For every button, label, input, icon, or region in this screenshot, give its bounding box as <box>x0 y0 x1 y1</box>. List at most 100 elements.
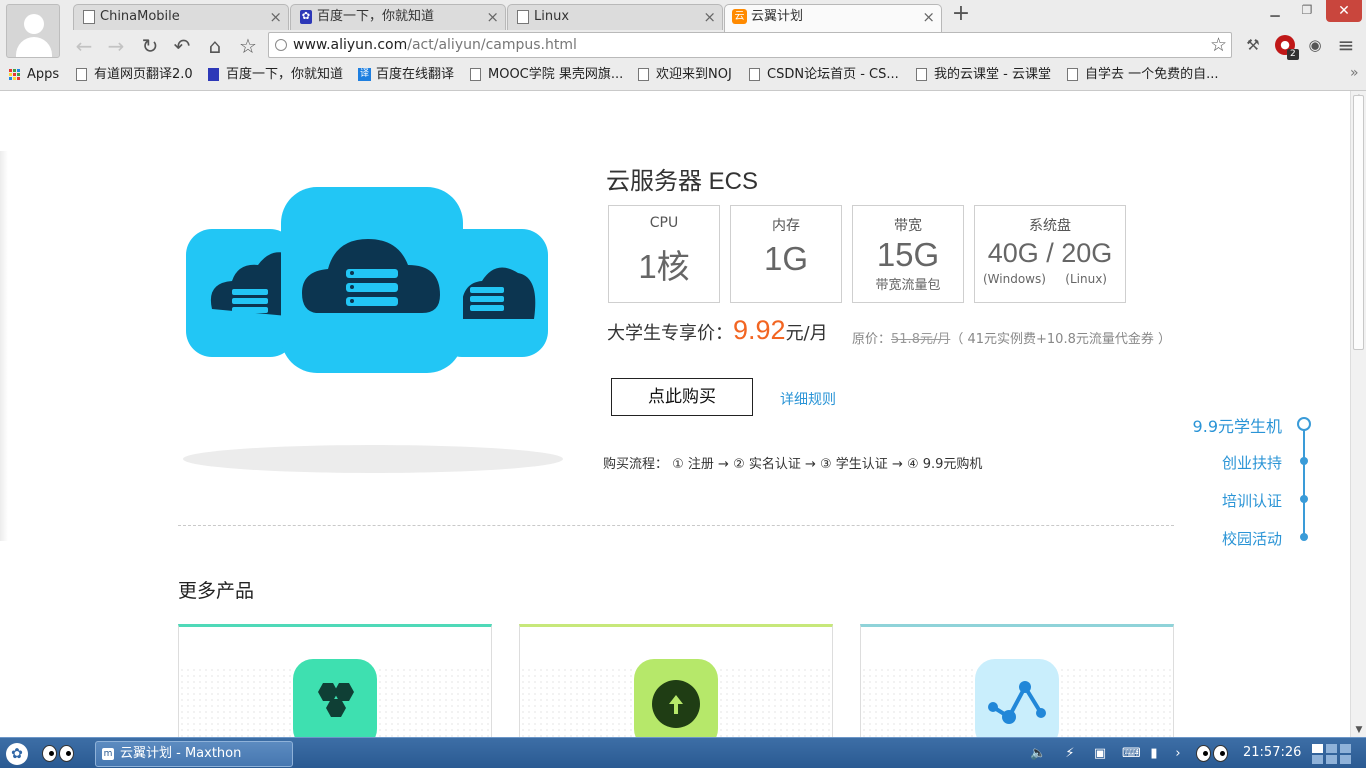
extension-badge: 2 <box>1287 49 1299 60</box>
profile-avatar[interactable] <box>6 4 60 58</box>
product-card[interactable] <box>519 624 833 737</box>
bookmark-youdao[interactable]: 有道网页翻译2.0 <box>76 66 193 83</box>
bookmark-mooc[interactable]: MOOC学院 果壳网旗... <box>470 66 623 83</box>
tab-baidu[interactable]: ✿ 百度一下，你就知道 × <box>290 4 506 30</box>
workspace-5[interactable] <box>1326 755 1337 764</box>
network-icon[interactable]: ▣ <box>1092 746 1108 762</box>
spec-cpu: CPU 1核 <box>608 205 720 303</box>
doc-icon <box>916 68 927 81</box>
task-label: 云翼计划 - Maxthon <box>120 746 242 761</box>
new-tab-button[interactable]: + <box>948 3 974 27</box>
close-icon[interactable]: × <box>269 5 282 29</box>
doc-icon <box>76 68 87 81</box>
price-unit: 元/月 <box>785 323 828 344</box>
scroll-thumb[interactable] <box>1353 95 1364 350</box>
bookmark-label: 我的云课堂 - 云课堂 <box>934 67 1051 82</box>
sidenav-item-campus[interactable]: 校园活动 <box>1222 528 1282 549</box>
wrench-icon[interactable]: ⚒ <box>1243 35 1263 55</box>
workspace-1[interactable] <box>1312 744 1323 753</box>
orig-detail: （ 41元实例费+10.8元流量代金券 ） <box>950 332 1171 347</box>
volume-icon[interactable]: 🔈 <box>1030 746 1046 762</box>
tab-chinamobile[interactable]: ChinaMobile × <box>73 4 289 30</box>
panel-shadow <box>0 151 8 541</box>
baidu-paw-icon <box>208 68 219 81</box>
orig-label: 原价： <box>852 332 892 347</box>
tab-yunyi[interactable]: 云 云翼计划 × <box>724 4 942 32</box>
aliyun-icon: 云 <box>732 9 747 24</box>
purchase-flow: 购买流程： ① 注册 → ② 实名认证 → ③ 学生认证 → ④ 9.9元购机 <box>603 457 983 472</box>
bookmark-apps[interactable]: Apps <box>9 66 59 83</box>
tab-linux[interactable]: Linux × <box>507 4 723 30</box>
close-icon[interactable]: × <box>703 5 716 29</box>
hexagon-cluster-icon <box>318 683 354 717</box>
section-divider <box>178 525 1174 526</box>
timeline-dot <box>1300 533 1308 541</box>
spec-label: 内存 <box>772 218 800 234</box>
card-badge <box>975 659 1059 737</box>
bookmark-yunketang[interactable]: 我的云课堂 - 云课堂 <box>916 66 1051 83</box>
back-icon[interactable]: ← <box>72 34 96 58</box>
power-icon[interactable]: ⚡ <box>1062 746 1078 762</box>
rules-link[interactable]: 详细规则 <box>780 389 836 409</box>
menu-icon[interactable]: ≡ <box>1336 35 1356 55</box>
baidu-paw-icon: ✿ <box>300 10 312 24</box>
buy-button[interactable]: 点此购买 <box>611 378 753 416</box>
spec-system-disk: 系统盘 40G / 20G (Windows) (Linux) <box>974 205 1126 303</box>
bookmark-csdn[interactable]: CSDN论坛首页 - CS... <box>749 66 899 83</box>
bookmark-label: Apps <box>27 67 60 82</box>
home-icon[interactable]: ⌂ <box>203 34 227 58</box>
tab-title: Linux <box>534 9 570 24</box>
extension-globe-icon[interactable]: ◉ <box>1305 35 1325 55</box>
bookmark-zixuequ[interactable]: 自学去 一个免费的自... <box>1067 66 1219 83</box>
sidenav-item-training[interactable]: 培训认证 <box>1222 490 1282 511</box>
spec-sub-windows: (Windows) <box>983 272 1046 286</box>
timeline-line <box>1303 427 1305 539</box>
sidenav-item-startup[interactable]: 创业扶持 <box>1222 452 1282 473</box>
chevron-right-icon[interactable]: » <box>1350 65 1359 81</box>
keyboard-icon[interactable]: ⌨ <box>1122 746 1141 762</box>
product-card[interactable] <box>860 624 1174 737</box>
reload-icon[interactable]: ↻ <box>138 34 162 58</box>
bookmark-baidu[interactable]: 百度一下，你就知道 <box>208 66 343 83</box>
xeyes-icon <box>1196 744 1230 764</box>
close-icon[interactable]: × <box>922 5 935 29</box>
translate-icon: 译 <box>358 68 371 81</box>
forward-icon[interactable]: → <box>104 34 128 58</box>
bookmark-label: 自学去 一个免费的自... <box>1085 67 1219 82</box>
workspace-3[interactable] <box>1340 744 1351 753</box>
star-icon[interactable]: ☆ <box>1210 33 1227 57</box>
doc-icon <box>1067 68 1078 81</box>
bookmark-noj[interactable]: 欢迎来到NOJ <box>638 66 732 83</box>
scroll-down-icon[interactable]: ▼ <box>1354 725 1364 735</box>
minimize-icon[interactable]: ▁ <box>1264 3 1286 17</box>
bookmark-baidu-translate[interactable]: 译 百度在线翻译 <box>358 66 454 83</box>
bookmark-label: 有道网页翻译2.0 <box>94 67 193 82</box>
xeyes-icon <box>42 744 76 764</box>
chevron-right-icon[interactable]: › <box>1170 746 1186 762</box>
restore-icon[interactable]: ❐ <box>1296 3 1318 17</box>
avatar-head-shape <box>24 14 44 34</box>
start-menu-icon[interactable]: ✿ <box>6 743 28 765</box>
clock: 21:57:26 <box>1243 745 1302 760</box>
taskbar-window-button[interactable]: m 云翼计划 - Maxthon <box>95 741 293 767</box>
signal-icon[interactable]: ▮ <box>1146 746 1162 762</box>
bookmark-label: CSDN论坛首页 - CS... <box>767 67 899 82</box>
price-value: 9.92 <box>733 315 786 345</box>
address-bar[interactable]: www.aliyun.com/act/aliyun/campus.html ☆ <box>268 32 1232 58</box>
close-icon[interactable]: × <box>486 5 499 29</box>
page-scrollbar[interactable]: ▲ ▼ <box>1350 91 1366 737</box>
taskbar: ✿ m 云翼计划 - Maxthon 🔈 ⚡ ▣ ⌨ ▮ › 21:57:26 <box>0 737 1366 768</box>
bookmark-star-icon[interactable]: ☆ <box>236 34 260 58</box>
spec-value: 40G / 20G <box>987 238 1113 268</box>
product-card[interactable] <box>178 624 492 737</box>
bookmark-label: MOOC学院 果壳网旗... <box>488 67 624 82</box>
globe-icon <box>275 39 287 51</box>
window-close-button[interactable]: ✕ <box>1326 0 1362 22</box>
workspace-2[interactable] <box>1326 744 1337 753</box>
card-badge <box>634 659 718 737</box>
undo-close-icon[interactable]: ↶ <box>170 34 194 58</box>
workspace-6[interactable] <box>1340 755 1351 764</box>
spec-value: 1G <box>763 240 809 277</box>
sidenav-item-student[interactable]: 9.9元学生机 <box>1193 413 1282 437</box>
workspace-4[interactable] <box>1312 755 1323 764</box>
